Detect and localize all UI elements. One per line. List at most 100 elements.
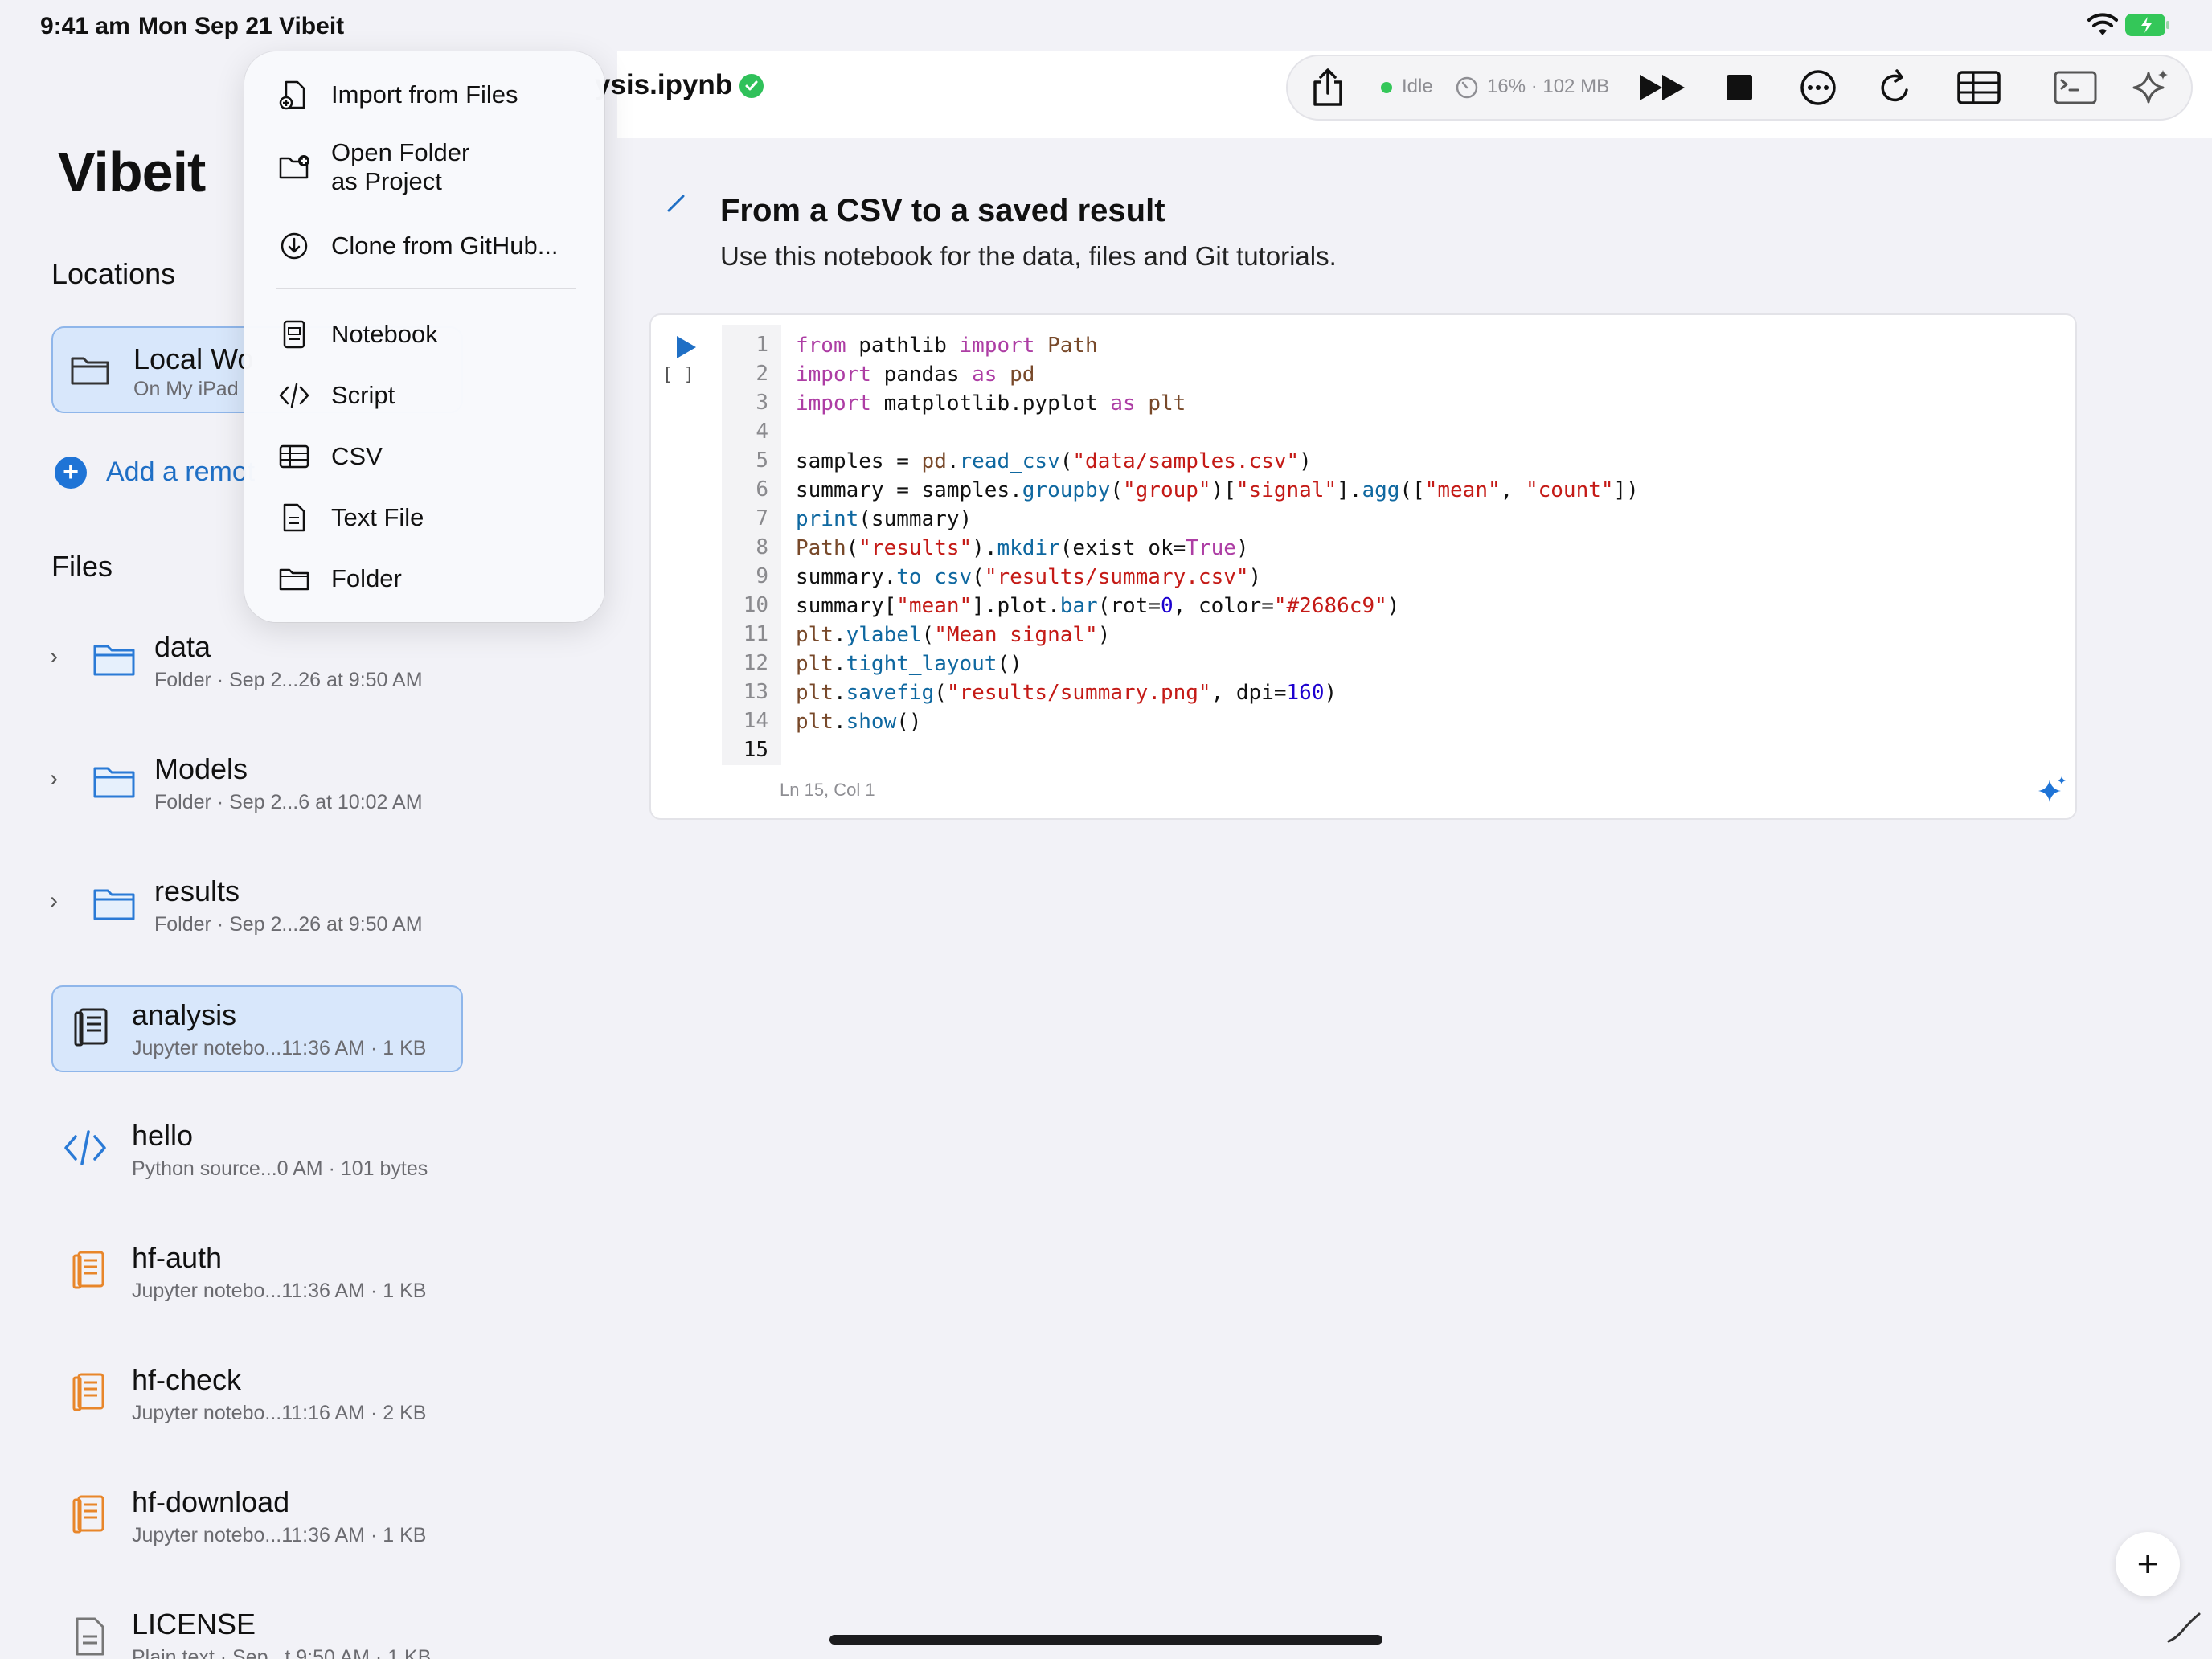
notebook-title[interactable]: ysis.ipynb bbox=[595, 69, 732, 101]
file-item-results[interactable]: › results Folder · Sep 2...26 at 9:50 AM bbox=[32, 863, 482, 950]
status-app-name: Vibeit bbox=[279, 13, 345, 39]
kernel-status-dot bbox=[1381, 82, 1392, 93]
file-item-data[interactable]: › data Folder · Sep 2...26 at 9:50 AM bbox=[32, 619, 482, 706]
line-number: 7 bbox=[756, 506, 768, 530]
menu-label: Clone from GitHub... bbox=[331, 231, 559, 260]
stop-button[interactable] bbox=[1715, 56, 1763, 119]
code-line[interactable]: plt.tight_layout() bbox=[796, 649, 1639, 678]
code-line[interactable]: import pandas as pd bbox=[796, 360, 1639, 389]
code-line[interactable]: summary.to_csv("results/summary.csv") bbox=[796, 563, 1639, 592]
files-heading: Files bbox=[51, 550, 113, 583]
file-item-analysis[interactable]: analysis Jupyter notebo...11:36 AM · 1 K… bbox=[51, 985, 463, 1072]
notebook-toolbar: Idle 16% · 102 MB bbox=[1286, 55, 2193, 121]
code-line[interactable]: summary["mean"].plot.bar(rot=0, color="#… bbox=[796, 592, 1639, 621]
terminal-button[interactable] bbox=[2048, 56, 2103, 119]
code-line[interactable] bbox=[796, 418, 1639, 447]
sidebar-title: Vibeit bbox=[58, 141, 206, 203]
line-number: 2 bbox=[756, 362, 768, 386]
locations-heading: Locations bbox=[51, 257, 176, 290]
sparkle-icon[interactable] bbox=[2035, 775, 2067, 807]
restart-icon bbox=[1881, 69, 1908, 102]
add-remote-label: Add a remot bbox=[106, 457, 256, 487]
menu-new-folder[interactable]: Folder bbox=[244, 550, 604, 606]
code-line[interactable]: samples = pd.read_csv("data/samples.csv"… bbox=[796, 447, 1639, 476]
file-name: Models bbox=[154, 752, 248, 785]
file-item-hello[interactable]: hello Python source...0 AM · 101 bytes bbox=[32, 1108, 482, 1194]
file-item-models[interactable]: › Models Folder · Sep 2...6 at 10:02 AM bbox=[32, 741, 482, 828]
file-name: results bbox=[154, 875, 240, 907]
code-line[interactable]: plt.show() bbox=[796, 707, 1639, 736]
code-line[interactable]: Path("results").mkdir(exist_ok=True) bbox=[796, 534, 1639, 563]
chevron-right-icon[interactable]: › bbox=[50, 887, 58, 915]
cursor-position: Ln 15, Col 1 bbox=[780, 780, 875, 800]
table-icon bbox=[279, 444, 309, 469]
status-time: 9:41 am bbox=[40, 13, 130, 39]
file-item-hf-check[interactable]: hf-check Jupyter notebo...11:16 AM · 2 K… bbox=[32, 1352, 482, 1439]
line-number: 15 bbox=[743, 738, 768, 762]
pencil-icon[interactable] bbox=[664, 190, 690, 215]
menu-new-csv[interactable]: CSV bbox=[244, 428, 604, 484]
code-editor[interactable]: from pathlib import Path import pandas as… bbox=[796, 331, 1639, 765]
stop-icon bbox=[1727, 75, 1752, 100]
wifi-icon bbox=[2087, 13, 2118, 35]
file-item-hf-auth[interactable]: hf-auth Jupyter notebo...11:36 AM · 1 KB bbox=[32, 1230, 482, 1317]
chevron-right-icon[interactable]: › bbox=[50, 765, 58, 793]
variables-table-button[interactable] bbox=[1952, 56, 2006, 119]
line-number: 4 bbox=[756, 420, 768, 444]
menu-import-from-files[interactable]: Import from Files bbox=[244, 66, 604, 122]
code-line[interactable]: print(summary) bbox=[796, 505, 1639, 534]
chevron-right-icon[interactable]: › bbox=[50, 643, 58, 670]
code-line[interactable]: plt.savefig("results/summary.png", dpi=1… bbox=[796, 678, 1639, 707]
file-item-license[interactable]: LICENSE Plain text · Sep...t 9:50 AM · 1… bbox=[32, 1596, 482, 1659]
kernel-status: Idle bbox=[1402, 76, 1433, 97]
terminal-icon bbox=[2054, 71, 2097, 104]
file-name: hello bbox=[132, 1119, 194, 1152]
menu-label: Notebook bbox=[331, 320, 438, 348]
code-icon bbox=[279, 383, 309, 408]
notebook-icon bbox=[72, 1495, 104, 1534]
file-meta: Jupyter notebo...11:36 AM · 1 KB bbox=[132, 1524, 427, 1546]
ai-assistant-button[interactable] bbox=[2127, 56, 2175, 119]
line-number: 9 bbox=[756, 564, 768, 588]
folder-icon bbox=[93, 889, 135, 920]
status-date: Mon Sep 21 bbox=[138, 13, 272, 39]
notebook-icon bbox=[72, 1373, 104, 1411]
file-meta: Python source...0 AM · 101 bytes bbox=[132, 1157, 428, 1180]
menu-label: Text File bbox=[331, 503, 424, 531]
file-name: data bbox=[154, 630, 211, 663]
notebook-icon bbox=[283, 320, 305, 349]
code-cell[interactable]: [ ] 1 2 3 4 5 6 7 8 9 10 11 12 13 14 15 … bbox=[649, 313, 2077, 820]
more-button[interactable] bbox=[1794, 56, 1842, 119]
folder-icon bbox=[93, 767, 135, 798]
code-line[interactable]: import matplotlib.pyplot as plt bbox=[796, 389, 1639, 418]
code-line[interactable] bbox=[796, 736, 1639, 765]
document-icon bbox=[76, 1617, 104, 1656]
file-meta: Jupyter notebo...11:36 AM · 1 KB bbox=[132, 1280, 427, 1302]
markdown-subtitle: Use this notebook for the data, files an… bbox=[720, 241, 1337, 271]
line-number: 12 bbox=[743, 651, 768, 675]
code-line[interactable]: plt.ylabel("Mean signal") bbox=[796, 621, 1639, 649]
home-indicator bbox=[830, 1635, 1382, 1645]
share-button[interactable] bbox=[1304, 56, 1352, 119]
menu-new-script[interactable]: Script bbox=[244, 367, 604, 423]
menu-label: Folder bbox=[331, 564, 402, 592]
code-line[interactable]: from pathlib import Path bbox=[796, 331, 1639, 360]
execution-count: [ ] bbox=[662, 365, 694, 385]
line-number: 8 bbox=[756, 535, 768, 559]
gauge-icon bbox=[1456, 76, 1478, 99]
code-line[interactable]: summary = samples.groupby("group")["sign… bbox=[796, 476, 1639, 505]
new-item-menu: Import from Files Open Folder as Project… bbox=[244, 51, 604, 622]
folder-icon bbox=[279, 568, 309, 591]
menu-new-text-file[interactable]: Text File bbox=[244, 489, 604, 545]
file-meta: Folder · Sep 2...6 at 10:02 AM bbox=[154, 791, 423, 813]
add-cell-button[interactable]: + bbox=[2116, 1532, 2180, 1596]
run-cell-icon[interactable] bbox=[670, 333, 699, 362]
file-meta: Folder · Sep 2...26 at 9:50 AM bbox=[154, 913, 423, 936]
run-all-button[interactable] bbox=[1632, 56, 1696, 119]
menu-new-notebook[interactable]: Notebook bbox=[244, 305, 604, 362]
menu-open-folder-as-project[interactable]: Open Folder as Project bbox=[244, 135, 604, 212]
restart-button[interactable] bbox=[1871, 56, 1919, 119]
menu-clone-from-github[interactable]: Clone from GitHub... bbox=[244, 217, 604, 273]
file-item-hf-download[interactable]: hf-download Jupyter notebo...11:36 AM · … bbox=[32, 1474, 482, 1561]
status-bar: 9:41 am Mon Sep 21 Vibeit bbox=[0, 0, 2212, 51]
